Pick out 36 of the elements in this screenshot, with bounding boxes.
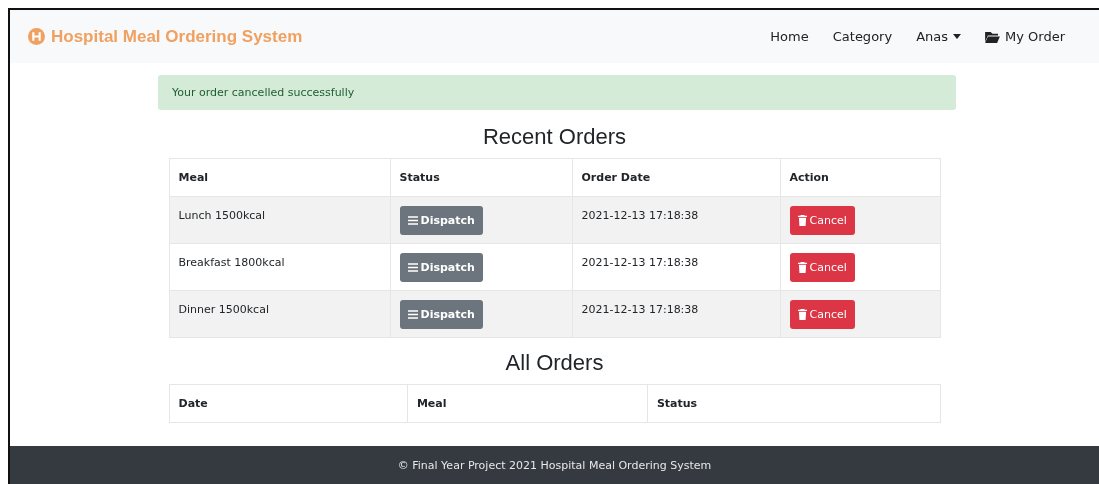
table-cell: 2021-12-13 17:18:38 xyxy=(572,196,780,244)
table-cell: Dinner 1500kcal xyxy=(169,290,390,338)
column-header: Status xyxy=(390,158,572,197)
cancel-button[interactable]: Cancel xyxy=(789,206,855,235)
dispatch-button[interactable]: Dispatch xyxy=(399,253,483,282)
caret-icon xyxy=(953,34,961,39)
trash-icon xyxy=(797,262,807,273)
table-cell: 2021-12-13 17:18:38 xyxy=(572,243,780,291)
section-heading: Recent Orders xyxy=(482,124,627,150)
trash-icon xyxy=(797,215,807,226)
menu-icon xyxy=(407,310,418,319)
nav-link[interactable]: Anas xyxy=(916,29,961,44)
column-header: Date xyxy=(169,384,408,423)
nav-link[interactable]: Home xyxy=(770,29,809,44)
nav-link[interactable]: My Order xyxy=(985,29,1065,44)
alert-message: Your order cancelled successfully xyxy=(172,86,355,99)
table-cell: 2021-12-13 17:18:38 xyxy=(572,290,780,338)
menu-icon xyxy=(407,263,418,272)
footer-text: © Final Year Project 2021 Hospital Meal Ordering System xyxy=(397,458,712,472)
menu-icon xyxy=(407,216,418,225)
column-header: Status xyxy=(647,384,940,423)
cancel-button[interactable]: Cancel xyxy=(789,300,855,329)
cancel-button[interactable]: Cancel xyxy=(789,253,855,282)
column-header: Meal xyxy=(407,384,648,423)
column-header: Order Date xyxy=(572,158,780,197)
hospital-logo-icon xyxy=(28,28,45,45)
folder-icon xyxy=(985,30,1000,43)
dispatch-button[interactable]: Dispatch xyxy=(399,300,483,329)
dispatch-button[interactable]: Dispatch xyxy=(399,206,483,235)
column-header: Action xyxy=(780,158,940,197)
trash-icon xyxy=(797,309,807,320)
column-header: Meal xyxy=(169,158,390,197)
section-heading: All Orders xyxy=(505,350,604,376)
nav-link[interactable]: Category xyxy=(832,29,893,44)
table-cell: Lunch 1500kcal xyxy=(169,196,390,244)
table-cell: Breakfast 1800kcal xyxy=(169,243,390,291)
